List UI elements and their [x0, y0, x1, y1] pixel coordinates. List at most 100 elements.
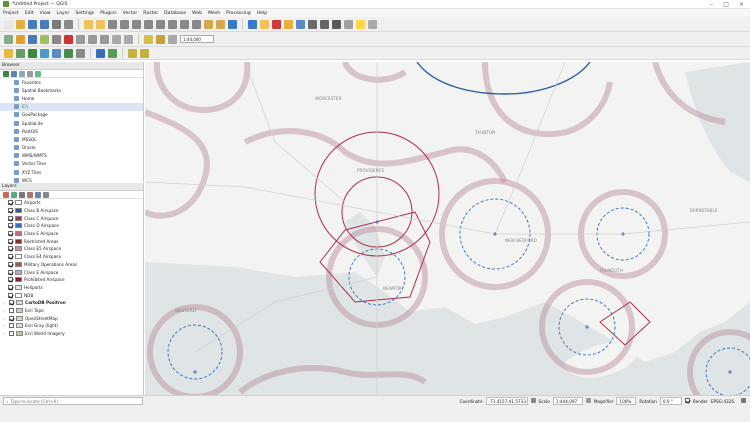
- layer-item[interactable]: Heliports: [0, 284, 143, 292]
- vertex-tool-icon[interactable]: [52, 34, 61, 44]
- menu-edit[interactable]: Edit: [25, 11, 34, 16]
- layer-visibility-checkbox[interactable]: [8, 215, 13, 221]
- browser-item[interactable]: PostGIS: [0, 127, 143, 135]
- layer-item[interactable]: NDB: [0, 291, 143, 299]
- layer-item[interactable]: Class D Airspace: [0, 222, 143, 230]
- layer-visibility-checkbox[interactable]: [8, 238, 13, 244]
- layer-visibility-checkbox[interactable]: [9, 331, 14, 337]
- expand-chevron-icon[interactable]: ›: [3, 323, 7, 328]
- add-feature-icon[interactable]: [40, 34, 49, 44]
- browser-item[interactable]: WMS/WMTS: [0, 152, 143, 160]
- layer-item[interactable]: Class E Airspace: [0, 268, 143, 276]
- layer-visibility-checkbox[interactable]: [9, 307, 14, 313]
- annotation-icon[interactable]: [356, 19, 365, 29]
- menu-mesh[interactable]: Mesh: [208, 11, 220, 16]
- layer-item[interactable]: Class E5 Airspace: [0, 245, 143, 253]
- menu-help[interactable]: Help: [257, 11, 267, 16]
- layer-visibility-checkbox[interactable]: [9, 323, 14, 329]
- edit-pencil-icon[interactable]: [16, 34, 25, 44]
- save-project-icon[interactable]: [28, 19, 37, 29]
- menu-view[interactable]: View: [40, 11, 51, 16]
- manage-map-themes-icon[interactable]: [19, 191, 25, 198]
- layer-item[interactable]: › OpenStreetMap: [0, 314, 143, 322]
- filter-icon[interactable]: [19, 70, 25, 77]
- minimize-icon[interactable]: –: [710, 1, 713, 8]
- zoom-out-icon[interactable]: [120, 19, 129, 29]
- add-group-icon[interactable]: [11, 191, 17, 198]
- lock-scale-icon[interactable]: [585, 398, 591, 403]
- magnifier-field[interactable]: 100%: [616, 397, 637, 405]
- browser-item[interactable]: GeoPackage: [0, 111, 143, 119]
- label-pin-icon[interactable]: [156, 34, 165, 44]
- plugin-icon[interactable]: [108, 48, 117, 58]
- maximize-icon[interactable]: □: [723, 1, 729, 8]
- collapse-all-icon[interactable]: [27, 70, 33, 77]
- layer-visibility-checkbox[interactable]: [8, 200, 13, 206]
- remove-layer-icon[interactable]: [43, 191, 49, 198]
- render-checkbox[interactable]: [684, 398, 690, 403]
- layer-visibility-checkbox[interactable]: [9, 300, 14, 306]
- open-project-icon[interactable]: [16, 19, 25, 29]
- layer-item[interactable]: Restricted Areas: [0, 237, 143, 245]
- new-bookmark-icon[interactable]: [204, 19, 213, 29]
- menu-plugins[interactable]: Plugins: [100, 11, 116, 16]
- new-shapefile-icon[interactable]: [64, 48, 73, 58]
- move-label-icon[interactable]: [128, 48, 137, 58]
- style-icon[interactable]: [3, 191, 9, 198]
- layer-item[interactable]: Military Operations Areas: [0, 261, 143, 269]
- layer-item[interactable]: › CartoDB Positron: [0, 299, 143, 307]
- menu-project[interactable]: Project: [3, 11, 19, 16]
- print-layout-icon[interactable]: [52, 19, 61, 29]
- layout-manager-icon[interactable]: [64, 19, 73, 29]
- new-geopackage-icon[interactable]: [52, 48, 61, 58]
- rotation-field[interactable]: 0.0 °: [659, 397, 682, 405]
- expand-chevron-icon[interactable]: ›: [3, 308, 7, 313]
- layer-item[interactable]: Airports: [0, 199, 143, 207]
- layer-item[interactable]: Class C Airspace: [0, 214, 143, 222]
- cut-icon[interactable]: [76, 34, 85, 44]
- layer-visibility-checkbox[interactable]: [8, 208, 13, 214]
- browser-item[interactable]: XYZ Tiles: [0, 168, 143, 176]
- zoom-in-icon[interactable]: [108, 19, 117, 29]
- show-bookmarks-icon[interactable]: [216, 19, 225, 29]
- layer-visibility-checkbox[interactable]: [8, 284, 13, 290]
- layer-item[interactable]: Class E4 Airspace: [0, 253, 143, 261]
- zoom-rubberband-icon[interactable]: [132, 19, 141, 29]
- scale-field[interactable]: 1:444,097: [552, 397, 583, 405]
- crs-button[interactable]: EPSG:4326: [711, 397, 738, 405]
- pan-to-selection-icon[interactable]: [96, 19, 105, 29]
- undo-icon[interactable]: [112, 34, 121, 44]
- scale-combobox[interactable]: 1:44,000: [180, 35, 214, 43]
- browser-item[interactable]: MSSQL: [0, 135, 143, 143]
- menu-database[interactable]: Database: [164, 11, 186, 16]
- expand-chevron-icon[interactable]: ›: [3, 331, 7, 336]
- layer-visibility-checkbox[interactable]: [8, 231, 13, 237]
- menu-processing[interactable]: Processing: [226, 11, 251, 16]
- add-wfs-icon[interactable]: [40, 48, 49, 58]
- zoom-next-icon[interactable]: [192, 19, 201, 29]
- select-icon[interactable]: [260, 19, 269, 29]
- layer-item[interactable]: › Esri World Imagery: [0, 330, 143, 338]
- virtual-layer-icon[interactable]: [76, 48, 85, 58]
- filter-legend-icon[interactable]: [27, 191, 33, 198]
- select-by-expression-icon[interactable]: [284, 19, 293, 29]
- browser-item[interactable]: Spatial Bookmarks: [0, 86, 143, 94]
- copy-icon[interactable]: [88, 34, 97, 44]
- menu-vector[interactable]: Vector: [123, 11, 138, 16]
- layer-visibility-checkbox[interactable]: [8, 254, 13, 260]
- expand-chevron-icon[interactable]: ›: [3, 316, 7, 321]
- paste-icon[interactable]: [100, 34, 109, 44]
- locator-bar[interactable]: ⌕ Type to locate (Ctrl+K): [3, 397, 143, 405]
- measure-icon[interactable]: [344, 19, 353, 29]
- layer-visibility-checkbox[interactable]: [8, 277, 13, 283]
- diagram-icon[interactable]: [168, 34, 177, 44]
- menu-raster[interactable]: Raster: [143, 11, 158, 16]
- add-vector-icon[interactable]: [4, 48, 13, 58]
- attribute-table-icon[interactable]: [296, 19, 305, 29]
- save-as-icon[interactable]: [40, 19, 49, 29]
- processing-icon[interactable]: [332, 19, 341, 29]
- menu-web[interactable]: Web: [192, 11, 202, 16]
- add-raster-icon[interactable]: [16, 48, 25, 58]
- add-layer-icon[interactable]: [11, 70, 17, 77]
- identify-icon[interactable]: [248, 19, 257, 29]
